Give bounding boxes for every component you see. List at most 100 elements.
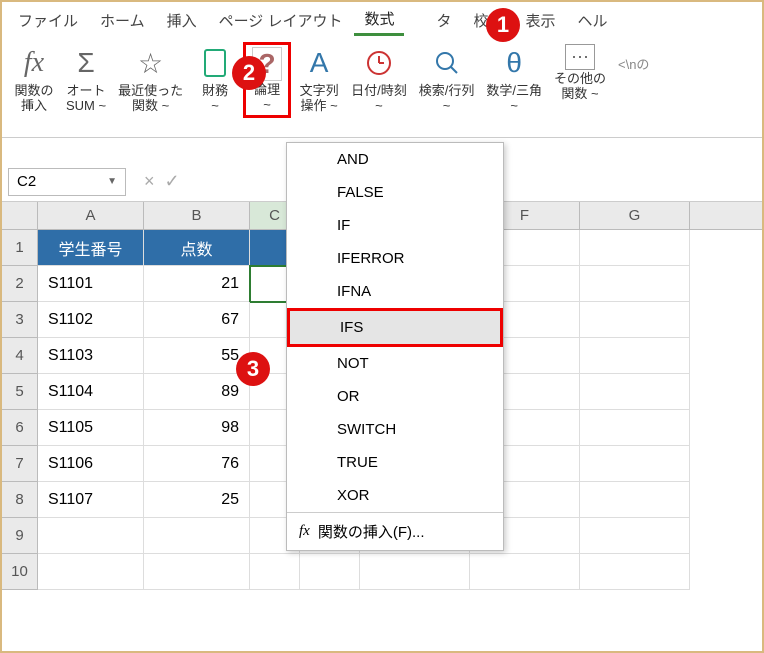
menu-item-false[interactable]: FALSE [287, 176, 503, 209]
cell[interactable]: S1106 [38, 446, 144, 482]
cell[interactable] [250, 554, 300, 590]
cell[interactable]: S1101 [38, 266, 144, 302]
menu-insert-function-label: 関数の挿入(F)... [318, 521, 425, 542]
cell[interactable]: 25 [144, 482, 250, 518]
cell[interactable] [470, 554, 580, 590]
cell[interactable]: 89 [144, 374, 250, 410]
menu-formulas[interactable]: 数式 [354, 4, 404, 36]
cell[interactable]: 98 [144, 410, 250, 446]
menu-item-xor[interactable]: XOR [287, 479, 503, 512]
menu-insert-function[interactable]: fx 関数の挿入(F)... [287, 512, 503, 550]
formula-cancel[interactable]: × [144, 171, 155, 192]
cell[interactable] [580, 482, 690, 518]
row-header[interactable]: 2 [2, 266, 38, 302]
row-header[interactable]: 10 [2, 554, 38, 590]
cell[interactable]: S1102 [38, 302, 144, 338]
table-row: 10 [2, 554, 762, 590]
cell[interactable]: 55 [144, 338, 250, 374]
cell[interactable] [580, 518, 690, 554]
row-header[interactable]: 3 [2, 302, 38, 338]
cell[interactable]: 21 [144, 266, 250, 302]
cell[interactable] [38, 554, 144, 590]
ribbon-label: 関数の 挿入 [14, 84, 53, 114]
menu-item-or[interactable]: OR [287, 380, 503, 413]
theta-icon: θ [495, 44, 533, 82]
ribbon-recent[interactable]: ☆ 最近使った 関数 ~ [114, 42, 187, 116]
cell[interactable] [580, 374, 690, 410]
row-header[interactable]: 1 [2, 230, 38, 266]
cell[interactable] [580, 266, 690, 302]
ribbon-text[interactable]: A 文字列 操作 ~ [295, 42, 343, 116]
menu-page-layout[interactable]: ページ レイアウト [209, 6, 353, 35]
ribbon-label: 日付/時刻 ~ [351, 84, 407, 114]
ribbon-more[interactable]: ⋯ その他の 関数 ~ [550, 42, 610, 104]
search-icon [428, 44, 466, 82]
ribbon-financial[interactable]: 財務 ~ [191, 42, 239, 116]
annotation-badge-2: 2 [232, 56, 266, 90]
cell[interactable] [580, 554, 690, 590]
col-header-B[interactable]: B [144, 202, 250, 229]
clock-icon [360, 44, 398, 82]
select-all-corner[interactable] [2, 202, 38, 229]
ribbon-datetime[interactable]: 日付/時刻 ~ [347, 42, 411, 116]
cell[interactable]: S1105 [38, 410, 144, 446]
cell[interactable] [580, 446, 690, 482]
ribbon-autosum[interactable]: Σ オート SUM ~ [62, 42, 110, 116]
name-box[interactable]: C2 ▼ [8, 168, 126, 196]
cell[interactable] [580, 230, 690, 266]
fx-icon: fx [299, 523, 310, 540]
ribbon-label: 最近使った 関数 ~ [118, 84, 183, 114]
menu-data[interactable]: タ [406, 6, 461, 35]
menu-bar: ファイル ホーム 挿入 ページ レイアウト 数式 タ 校閲 表示 ヘル [2, 2, 762, 38]
sigma-icon: Σ [67, 44, 105, 82]
ribbon-lookup[interactable]: 検索/行列 ~ [415, 42, 479, 116]
cell[interactable] [144, 518, 250, 554]
header-cell[interactable]: 点数 [144, 230, 250, 266]
star-icon: ☆ [132, 44, 170, 82]
row-header[interactable]: 7 [2, 446, 38, 482]
annotation-badge-3: 3 [236, 352, 270, 386]
menu-help[interactable]: ヘル [568, 6, 618, 35]
menu-item-and[interactable]: AND [287, 143, 503, 176]
cell[interactable] [144, 554, 250, 590]
cell[interactable]: S1107 [38, 482, 144, 518]
row-header[interactable]: 5 [2, 374, 38, 410]
menu-view[interactable]: 表示 [516, 6, 566, 35]
row-header[interactable]: 9 [2, 518, 38, 554]
ellipsis-icon: ⋯ [565, 44, 595, 70]
ribbon: fx 関数の 挿入 Σ オート SUM ~ ☆ 最近使った 関数 ~ 財務 ~ … [2, 38, 762, 138]
cell[interactable] [300, 554, 360, 590]
menu-item-ifs[interactable]: IFS [287, 308, 503, 347]
ribbon-math[interactable]: θ 数学/三角 ~ [482, 42, 546, 116]
menu-item-switch[interactable]: SWITCH [287, 413, 503, 446]
cell[interactable] [38, 518, 144, 554]
formula-confirm[interactable]: ✓ [165, 171, 180, 192]
ribbon-overflow[interactable]: <\nの [614, 42, 653, 75]
cell[interactable] [580, 338, 690, 374]
menu-file[interactable]: ファイル [8, 6, 88, 35]
cell[interactable]: 76 [144, 446, 250, 482]
row-header[interactable]: 6 [2, 410, 38, 446]
cell[interactable] [360, 554, 470, 590]
header-cell[interactable]: 学生番号 [38, 230, 144, 266]
ribbon-insert-function[interactable]: fx 関数の 挿入 [10, 42, 58, 116]
menu-insert[interactable]: 挿入 [157, 6, 207, 35]
menu-item-if[interactable]: IF [287, 209, 503, 242]
menu-item-true[interactable]: TRUE [287, 446, 503, 479]
cell[interactable] [580, 410, 690, 446]
col-header-G[interactable]: G [580, 202, 690, 229]
cell[interactable] [580, 302, 690, 338]
cell[interactable]: S1103 [38, 338, 144, 374]
menu-home[interactable]: ホーム [90, 6, 155, 35]
row-header[interactable]: 8 [2, 482, 38, 518]
menu-item-not[interactable]: NOT [287, 347, 503, 380]
row-header[interactable]: 4 [2, 338, 38, 374]
menu-item-ifna[interactable]: IFNA [287, 275, 503, 308]
cell[interactable]: S1104 [38, 374, 144, 410]
menu-item-iferror[interactable]: IFERROR [287, 242, 503, 275]
ribbon-label: オート SUM ~ [66, 84, 106, 114]
col-header-A[interactable]: A [38, 202, 144, 229]
ribbon-label: 検索/行列 ~ [419, 84, 475, 114]
book-icon [196, 44, 234, 82]
cell[interactable]: 67 [144, 302, 250, 338]
